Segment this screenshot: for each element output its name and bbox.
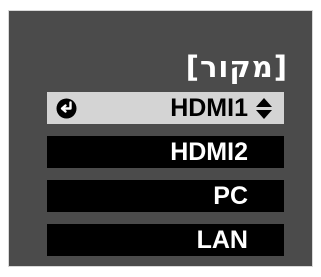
source-label: PC: [213, 182, 248, 210]
source-label: HDMI1: [170, 94, 248, 122]
source-item-hdmi1[interactable]: HDMI1: [47, 92, 284, 124]
up-down-arrows-icon: [256, 98, 272, 119]
menu-title: [מקור]: [185, 50, 288, 84]
source-item-lan[interactable]: LAN: [47, 224, 284, 256]
source-item-hdmi2[interactable]: HDMI2: [47, 136, 284, 168]
screen: [מקור] HDMI1 HDMI2 PC LAN: [0, 0, 321, 277]
source-menu-panel: [מקור] HDMI1 HDMI2 PC LAN: [8, 10, 313, 267]
source-item-pc[interactable]: PC: [47, 180, 284, 212]
source-list: HDMI1 HDMI2 PC LAN: [47, 92, 284, 263]
enter-icon: [56, 98, 77, 119]
source-label: HDMI2: [170, 138, 248, 166]
source-label: LAN: [196, 226, 248, 254]
